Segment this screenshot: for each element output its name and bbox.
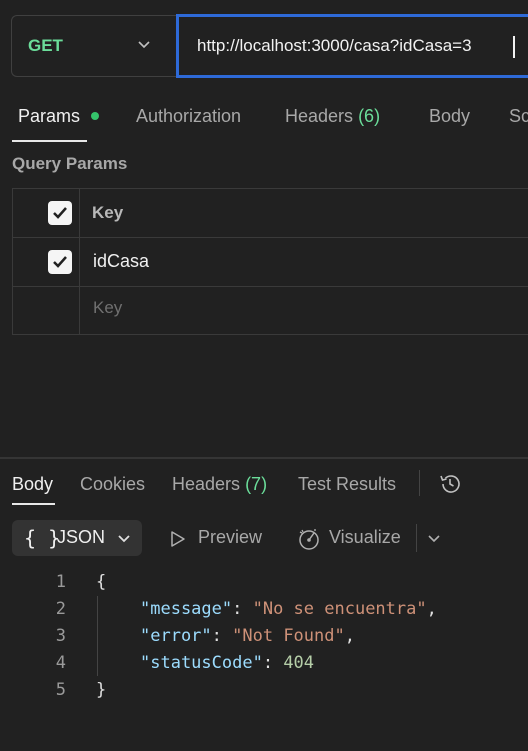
tab-separator xyxy=(419,470,420,496)
tab-headers-label: Headers xyxy=(285,106,354,126)
response-tab-body[interactable]: Body xyxy=(12,474,53,495)
select-all-checkbox[interactable] xyxy=(48,201,72,225)
json-line: "message": "No se encuentra", xyxy=(140,599,437,619)
json-value: 404 xyxy=(283,653,315,673)
play-icon[interactable] xyxy=(170,530,186,548)
json-key: "message" xyxy=(140,599,233,619)
row-divider xyxy=(12,286,528,287)
param-key-cell[interactable]: idCasa xyxy=(93,251,149,272)
checkbox-checked-icon xyxy=(53,256,67,268)
tab-authorization[interactable]: Authorization xyxy=(136,106,241,127)
line-number: 2 xyxy=(55,599,66,619)
section-title: Query Params xyxy=(12,154,128,173)
response-tab-cookies[interactable]: Cookies xyxy=(80,474,145,495)
response-tab-headers-count: (7) xyxy=(245,474,268,494)
column-divider xyxy=(79,188,80,335)
params-active-dot xyxy=(91,112,99,120)
chevron-down-icon xyxy=(118,535,130,543)
line-number: 1 xyxy=(55,572,66,592)
history-icon[interactable] xyxy=(438,472,462,496)
active-tab-indicator xyxy=(12,140,87,142)
new-param-key-input[interactable]: Key xyxy=(93,298,122,318)
checkbox-checked-icon xyxy=(53,207,67,219)
line-number: 4 xyxy=(55,653,66,673)
response-tab-test-results[interactable]: Test Results xyxy=(298,474,396,495)
text-cursor xyxy=(513,36,515,58)
indent-guide xyxy=(97,596,98,676)
url-text: http://localhost:3000/casa?idCasa=3 xyxy=(197,36,472,55)
braces-icon: { } xyxy=(24,526,61,550)
chevron-down-icon[interactable] xyxy=(427,533,441,545)
toolbar-separator xyxy=(416,524,417,552)
response-tab-headers-label: Headers xyxy=(172,474,241,494)
param-checkbox[interactable] xyxy=(48,250,72,274)
json-open-brace: { xyxy=(96,572,107,592)
tab-scripts[interactable]: Sc xyxy=(509,106,528,127)
active-tab-indicator xyxy=(12,503,55,505)
chevron-down-icon[interactable] xyxy=(137,39,151,51)
json-comma: , xyxy=(344,626,355,646)
method-label: GET xyxy=(28,36,63,55)
json-value: "Not Found" xyxy=(232,626,345,646)
json-value: "No se encuentra" xyxy=(252,599,427,619)
json-line: "error": "Not Found", xyxy=(140,626,355,646)
visualize-icon[interactable] xyxy=(296,526,322,552)
format-label: JSON xyxy=(57,527,106,547)
column-header-key: Key xyxy=(92,203,124,222)
response-tab-headers[interactable]: Headers (7) xyxy=(172,474,267,495)
json-comma: , xyxy=(426,599,437,619)
tab-params[interactable]: Params xyxy=(18,106,80,127)
tab-headers[interactable]: Headers (6) xyxy=(285,106,380,127)
line-number: 5 xyxy=(55,680,66,700)
pane-divider[interactable] xyxy=(0,457,528,459)
tab-body[interactable]: Body xyxy=(429,106,470,127)
tab-headers-count: (6) xyxy=(358,106,381,126)
line-number: 3 xyxy=(55,626,66,646)
json-key: "statusCode" xyxy=(140,653,263,673)
json-line: "statusCode": 404 xyxy=(140,653,315,673)
row-divider xyxy=(12,237,528,238)
visualize-button[interactable]: Visualize xyxy=(329,527,401,548)
json-key: "error" xyxy=(140,626,212,646)
query-params-table xyxy=(12,188,528,335)
preview-button[interactable]: Preview xyxy=(198,527,262,548)
json-close-brace: } xyxy=(96,680,107,700)
